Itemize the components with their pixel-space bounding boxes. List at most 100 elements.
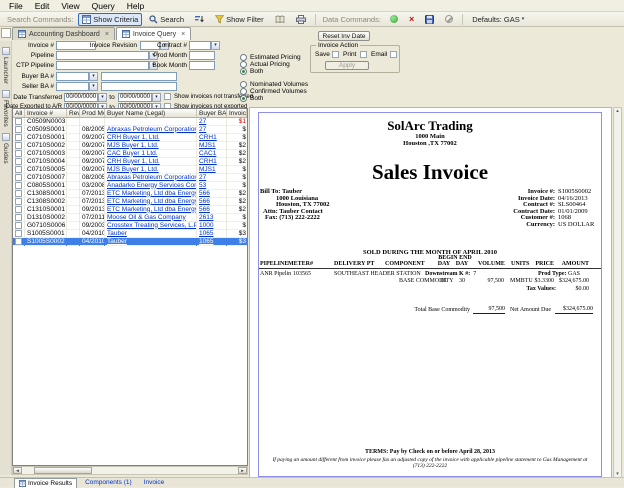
scrollbar-thumb[interactable] xyxy=(34,467,92,474)
row-checkbox[interactable] xyxy=(15,182,22,189)
close-icon[interactable]: × xyxy=(105,31,109,38)
show-criteria-button[interactable]: Show Criteria xyxy=(78,13,142,26)
buyer-name-link[interactable]: CRH Buyer 1, Ltd. xyxy=(107,158,196,166)
row-checkbox[interactable] xyxy=(15,150,22,157)
nominated-volumes-radio[interactable] xyxy=(240,81,247,88)
confirmed-volumes-radio[interactable] xyxy=(240,88,247,95)
buyer-name-link[interactable]: Anadarko Energy Services Company xyxy=(107,182,196,190)
book-month-input[interactable] xyxy=(189,61,215,70)
buyer-ba-link[interactable]: CRH1 xyxy=(199,134,226,142)
scroll-up-icon[interactable]: ▴ xyxy=(616,108,619,114)
buyer-name-link[interactable]: Abraxas Petroleum Corporation xyxy=(107,126,196,134)
buyer-ba-link[interactable]: 27 xyxy=(199,174,226,182)
buyer-name-link[interactable]: CRH Buyer 1, Ltd. xyxy=(107,134,196,142)
buyer-name-link[interactable]: Tauber xyxy=(107,238,196,246)
column-header-invoice[interactable]: Invoice # xyxy=(25,109,67,117)
buyer-ba-link[interactable]: 566 xyxy=(199,206,226,214)
defaults-dropdown[interactable]: Defaults: GAS ▾ xyxy=(468,13,528,26)
add-record-button[interactable] xyxy=(386,13,402,25)
contract-number-input[interactable] xyxy=(189,41,211,50)
tab-invoice[interactable]: Invoice xyxy=(140,478,169,488)
date-transferred-to-input[interactable]: 00/00/0000 xyxy=(118,93,152,102)
chevron-down-icon[interactable]: ▾ xyxy=(211,41,220,50)
row-checkbox[interactable] xyxy=(15,190,22,197)
menu-file[interactable]: File xyxy=(4,1,28,11)
chevron-down-icon[interactable]: ▾ xyxy=(89,82,98,91)
sidebar-item-guides[interactable]: Guides xyxy=(0,133,11,164)
buyer-ba-link[interactable]: CRH1 xyxy=(199,158,226,166)
seller-ba-name-input[interactable] xyxy=(101,82,177,91)
scroll-right-icon[interactable]: ▸ xyxy=(238,467,247,474)
buyer-ba-link[interactable]: 2613 xyxy=(199,214,226,222)
preview-vertical-scrollbar[interactable]: ▴ ▾ xyxy=(613,107,622,478)
save-record-button[interactable] xyxy=(421,13,438,26)
buyer-name-link[interactable]: Abraxas Petroleum Corporation xyxy=(107,174,196,182)
search-button[interactable]: Search xyxy=(145,13,188,26)
show-not-transferred-checkbox[interactable] xyxy=(164,93,171,100)
prod-month-input[interactable] xyxy=(189,51,215,60)
reset-inv-date-button[interactable]: Reset Inv Date xyxy=(318,31,370,41)
menu-query[interactable]: Query xyxy=(87,1,120,11)
menu-edit[interactable]: Edit xyxy=(30,1,55,11)
buyer-ba-link[interactable]: CAC1 xyxy=(199,150,226,158)
table-row[interactable]: S1005S000204/2010Tauber1065$3 xyxy=(13,238,247,246)
row-checkbox[interactable] xyxy=(15,118,22,125)
column-header-invoice-amount[interactable]: Invoic xyxy=(227,109,247,117)
column-header-all[interactable]: All xyxy=(13,109,25,117)
row-checkbox[interactable] xyxy=(15,214,22,221)
grid-horizontal-scrollbar[interactable]: ◂ ▸ xyxy=(12,466,248,475)
row-checkbox[interactable] xyxy=(15,142,22,149)
buyer-name-link[interactable]: Crosstex Treating Services, L.P. xyxy=(107,222,196,230)
show-filter-button[interactable]: Show Filter xyxy=(211,13,268,26)
row-checkbox[interactable] xyxy=(15,126,22,133)
buyer-name-link[interactable]: ETC Marketing, Ltd dba Energy Transfer xyxy=(107,198,196,206)
row-checkbox[interactable] xyxy=(15,134,22,141)
report-button[interactable] xyxy=(271,13,289,26)
row-checkbox[interactable] xyxy=(15,166,22,173)
column-header-rev[interactable]: Rev. xyxy=(67,109,80,117)
cancel-button[interactable] xyxy=(441,13,457,25)
buyer-ba-link[interactable]: 53 xyxy=(199,182,226,190)
apply-button[interactable]: Apply xyxy=(325,61,369,70)
buyer-ba-input[interactable] xyxy=(56,72,89,81)
buyer-ba-link[interactable]: 566 xyxy=(199,190,226,198)
row-checkbox[interactable] xyxy=(15,230,22,237)
pipeline-input[interactable] xyxy=(56,51,149,60)
menu-help[interactable]: Help xyxy=(122,1,149,11)
pricing-both-radio[interactable] xyxy=(240,68,247,75)
row-checkbox[interactable] xyxy=(15,174,22,181)
buyer-ba-link[interactable]: 27 xyxy=(199,126,226,134)
column-header-buyer-name[interactable]: Buyer Name (Legal) xyxy=(105,109,197,117)
buyer-ba-name-input[interactable] xyxy=(101,72,177,81)
tab-components[interactable]: Components (1) xyxy=(81,478,136,488)
row-checkbox[interactable] xyxy=(15,158,22,165)
buyer-name-link[interactable]: ETC Marketing, Ltd dba Energy Transfer xyxy=(107,206,196,214)
row-checkbox[interactable] xyxy=(15,222,22,229)
print-button[interactable] xyxy=(292,13,310,26)
buyer-ba-link[interactable]: MJS1 xyxy=(199,166,226,174)
buyer-name-link[interactable]: MJS Buyer 1, Ltd. xyxy=(107,142,196,150)
chevron-down-icon[interactable]: ▾ xyxy=(89,72,98,81)
email-checkbox[interactable] xyxy=(390,51,397,58)
row-checkbox[interactable] xyxy=(15,206,22,213)
actual-pricing-radio[interactable] xyxy=(240,61,247,68)
delete-record-button[interactable]: × xyxy=(405,13,418,25)
column-header-buyer-ba[interactable]: Buyer BA # xyxy=(197,109,227,117)
tab-accounting-dashboard[interactable]: Accounting Dashboard × xyxy=(12,27,115,40)
volumes-both-radio[interactable] xyxy=(240,95,247,102)
buyer-name-link[interactable]: CAC Buyer 1 Ltd. xyxy=(107,150,196,158)
ctp-pipeline-input[interactable] xyxy=(56,61,149,70)
estimated-pricing-radio[interactable] xyxy=(240,54,247,61)
row-checkbox[interactable] xyxy=(15,198,22,205)
column-header-prod-mo[interactable]: Prod Mo xyxy=(80,109,105,117)
save-checkbox[interactable] xyxy=(332,51,339,58)
buyer-name-link[interactable]: MJS Buyer 1, Ltd. xyxy=(107,166,196,174)
buyer-ba-link[interactable]: MJS1 xyxy=(199,142,226,150)
chevron-down-icon[interactable]: ▾ xyxy=(98,93,107,102)
tab-invoice-query[interactable]: Invoice Query × xyxy=(116,27,191,40)
buyer-ba-link[interactable]: 1000 xyxy=(199,222,226,230)
buyer-ba-link[interactable]: 27 xyxy=(199,118,226,126)
chevron-down-icon[interactable]: ▾ xyxy=(152,93,161,102)
buyer-ba-link[interactable]: 1065 xyxy=(199,230,226,238)
buyer-ba-link[interactable]: 566 xyxy=(199,198,226,206)
